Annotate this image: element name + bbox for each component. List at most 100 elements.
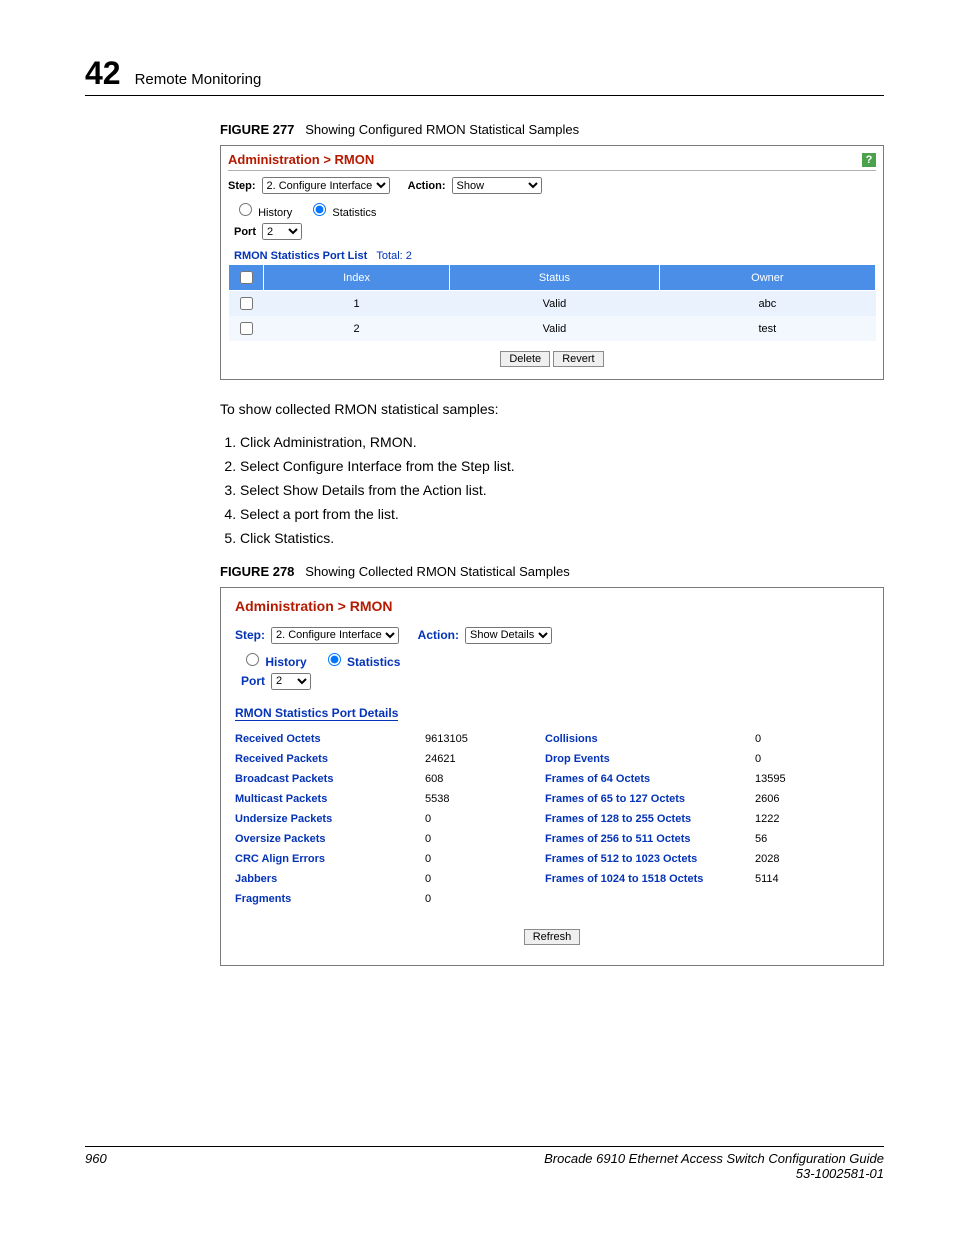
list-title: RMON Statistics Port List (234, 250, 367, 262)
stat-label: Collisions (545, 733, 755, 745)
stat-label: CRC Align Errors (235, 853, 425, 865)
step-select[interactable]: 2. Configure Interface (271, 627, 399, 644)
radio-row: History Statistics (241, 650, 869, 669)
step-item: Select Show Details from the Action list… (240, 482, 884, 498)
stat-value: 0 (425, 833, 545, 845)
chapter-title: Remote Monitoring (135, 71, 262, 88)
stat-value: 0 (425, 813, 545, 825)
port-select[interactable]: 2 (262, 223, 302, 240)
breadcrumb-text: Administration > RMON (228, 152, 374, 167)
stat-value: 2606 (755, 793, 800, 805)
row-checkbox[interactable] (240, 297, 253, 310)
stat-value: 0 (425, 893, 545, 905)
action-label: Action: (408, 180, 446, 192)
stat-value: 5538 (425, 793, 545, 805)
stat-value: 24621 (425, 753, 545, 765)
steps-list: Click Administration, RMON. Select Confi… (240, 434, 884, 546)
stat-label: Received Packets (235, 753, 425, 765)
stat-label: Frames of 128 to 255 Octets (545, 813, 755, 825)
figure-277-panel: Administration > RMON ? Step: 2. Configu… (220, 145, 884, 380)
stat-label: Oversize Packets (235, 833, 425, 845)
stat-value: 0 (425, 873, 545, 885)
action-label: Action: (418, 628, 459, 642)
step-item: Click Statistics. (240, 530, 884, 546)
delete-button[interactable]: Delete (500, 351, 550, 367)
breadcrumb: Administration > RMON ? (228, 152, 876, 171)
step-label: Step: (228, 180, 256, 192)
stat-value: 0 (755, 733, 800, 745)
radio-row: History Statistics (234, 200, 876, 219)
refresh-button[interactable]: Refresh (524, 929, 581, 945)
cell-index: 1 (264, 291, 450, 317)
stats-grid: Received Octets9613105 Collisions0 Recei… (235, 733, 869, 905)
history-radio-label[interactable]: History (234, 200, 292, 219)
action-select[interactable]: Show Details (465, 627, 552, 644)
step-label: Step: (235, 628, 265, 642)
statistics-radio-2-label[interactable]: Statistics (323, 650, 401, 669)
stat-label: Undersize Packets (235, 813, 425, 825)
figure-caption-278: FIGURE 278 Showing Collected RMON Statis… (220, 564, 884, 579)
port-select[interactable]: 2 (271, 673, 311, 690)
stat-value: 2028 (755, 853, 800, 865)
stat-value: 1222 (755, 813, 800, 825)
stat-value: 13595 (755, 773, 800, 785)
button-row: Refresh (235, 929, 869, 945)
figure-caption-277: FIGURE 277 Showing Configured RMON Stati… (220, 122, 884, 137)
stat-value: 5114 (755, 873, 800, 885)
figure-text: Showing Configured RMON Statistical Samp… (305, 122, 579, 137)
step-action-row: Step: 2. Configure Interface Action: Sho… (228, 177, 876, 194)
stat-label: Received Octets (235, 733, 425, 745)
stat-label: Broadcast Packets (235, 773, 425, 785)
th-owner: Owner (659, 265, 875, 291)
port-label: Port (241, 674, 265, 688)
history-radio-2[interactable] (246, 653, 259, 666)
history-radio-2-label[interactable]: History (241, 650, 307, 669)
page-header: 42 Remote Monitoring (85, 55, 884, 96)
figure-label: FIGURE 278 (220, 564, 294, 579)
guide-title: Brocade 6910 Ethernet Access Switch Conf… (544, 1151, 884, 1166)
stat-value: 0 (755, 753, 800, 765)
th-status: Status (450, 265, 660, 291)
page-number: 960 (85, 1151, 107, 1181)
statistics-radio-label[interactable]: Statistics (308, 200, 376, 219)
stat-value: 608 (425, 773, 545, 785)
row-checkbox[interactable] (240, 322, 253, 335)
stat-label: Frames of 65 to 127 Octets (545, 793, 755, 805)
history-radio[interactable] (239, 203, 252, 216)
cell-index: 2 (264, 316, 450, 341)
th-check (229, 265, 264, 291)
statistics-radio-2[interactable] (328, 653, 341, 666)
stat-label: Multicast Packets (235, 793, 425, 805)
doc-number: 53-1002581-01 (796, 1166, 884, 1181)
step-item: Select a port from the list. (240, 506, 884, 522)
port-row: Port 2 (241, 673, 869, 690)
revert-button[interactable]: Revert (553, 351, 603, 367)
port-label: Port (234, 226, 256, 238)
button-row: Delete Revert (228, 351, 876, 367)
intro-text: To show collected RMON statistical sampl… (220, 400, 884, 420)
stat-value: 56 (755, 833, 800, 845)
stat-label: Frames of 64 Octets (545, 773, 755, 785)
select-all-checkbox[interactable] (240, 271, 253, 284)
statistics-radio[interactable] (313, 203, 326, 216)
stats-port-list-table: Index Status Owner 1 Valid abc 2 (228, 264, 876, 341)
stat-label: Jabbers (235, 873, 425, 885)
cell-status: Valid (450, 291, 660, 317)
breadcrumb: Administration > RMON (235, 598, 869, 617)
figure-text: Showing Collected RMON Statistical Sampl… (305, 564, 569, 579)
stat-label: Drop Events (545, 753, 755, 765)
cell-status: Valid (450, 316, 660, 341)
stat-value: 9613105 (425, 733, 545, 745)
cell-owner: test (659, 316, 875, 341)
cell-owner: abc (659, 291, 875, 317)
stat-label: Fragments (235, 893, 425, 905)
step-select[interactable]: 2. Configure Interface (262, 177, 390, 194)
table-row: 2 Valid test (229, 316, 876, 341)
stat-label: Frames of 512 to 1023 Octets (545, 853, 755, 865)
stat-value: 0 (425, 853, 545, 865)
list-total: Total: 2 (376, 250, 411, 262)
action-select[interactable]: Show (452, 177, 542, 194)
help-icon[interactable]: ? (862, 153, 876, 167)
breadcrumb-text: Administration > RMON (235, 598, 393, 614)
step-item: Click Administration, RMON. (240, 434, 884, 450)
